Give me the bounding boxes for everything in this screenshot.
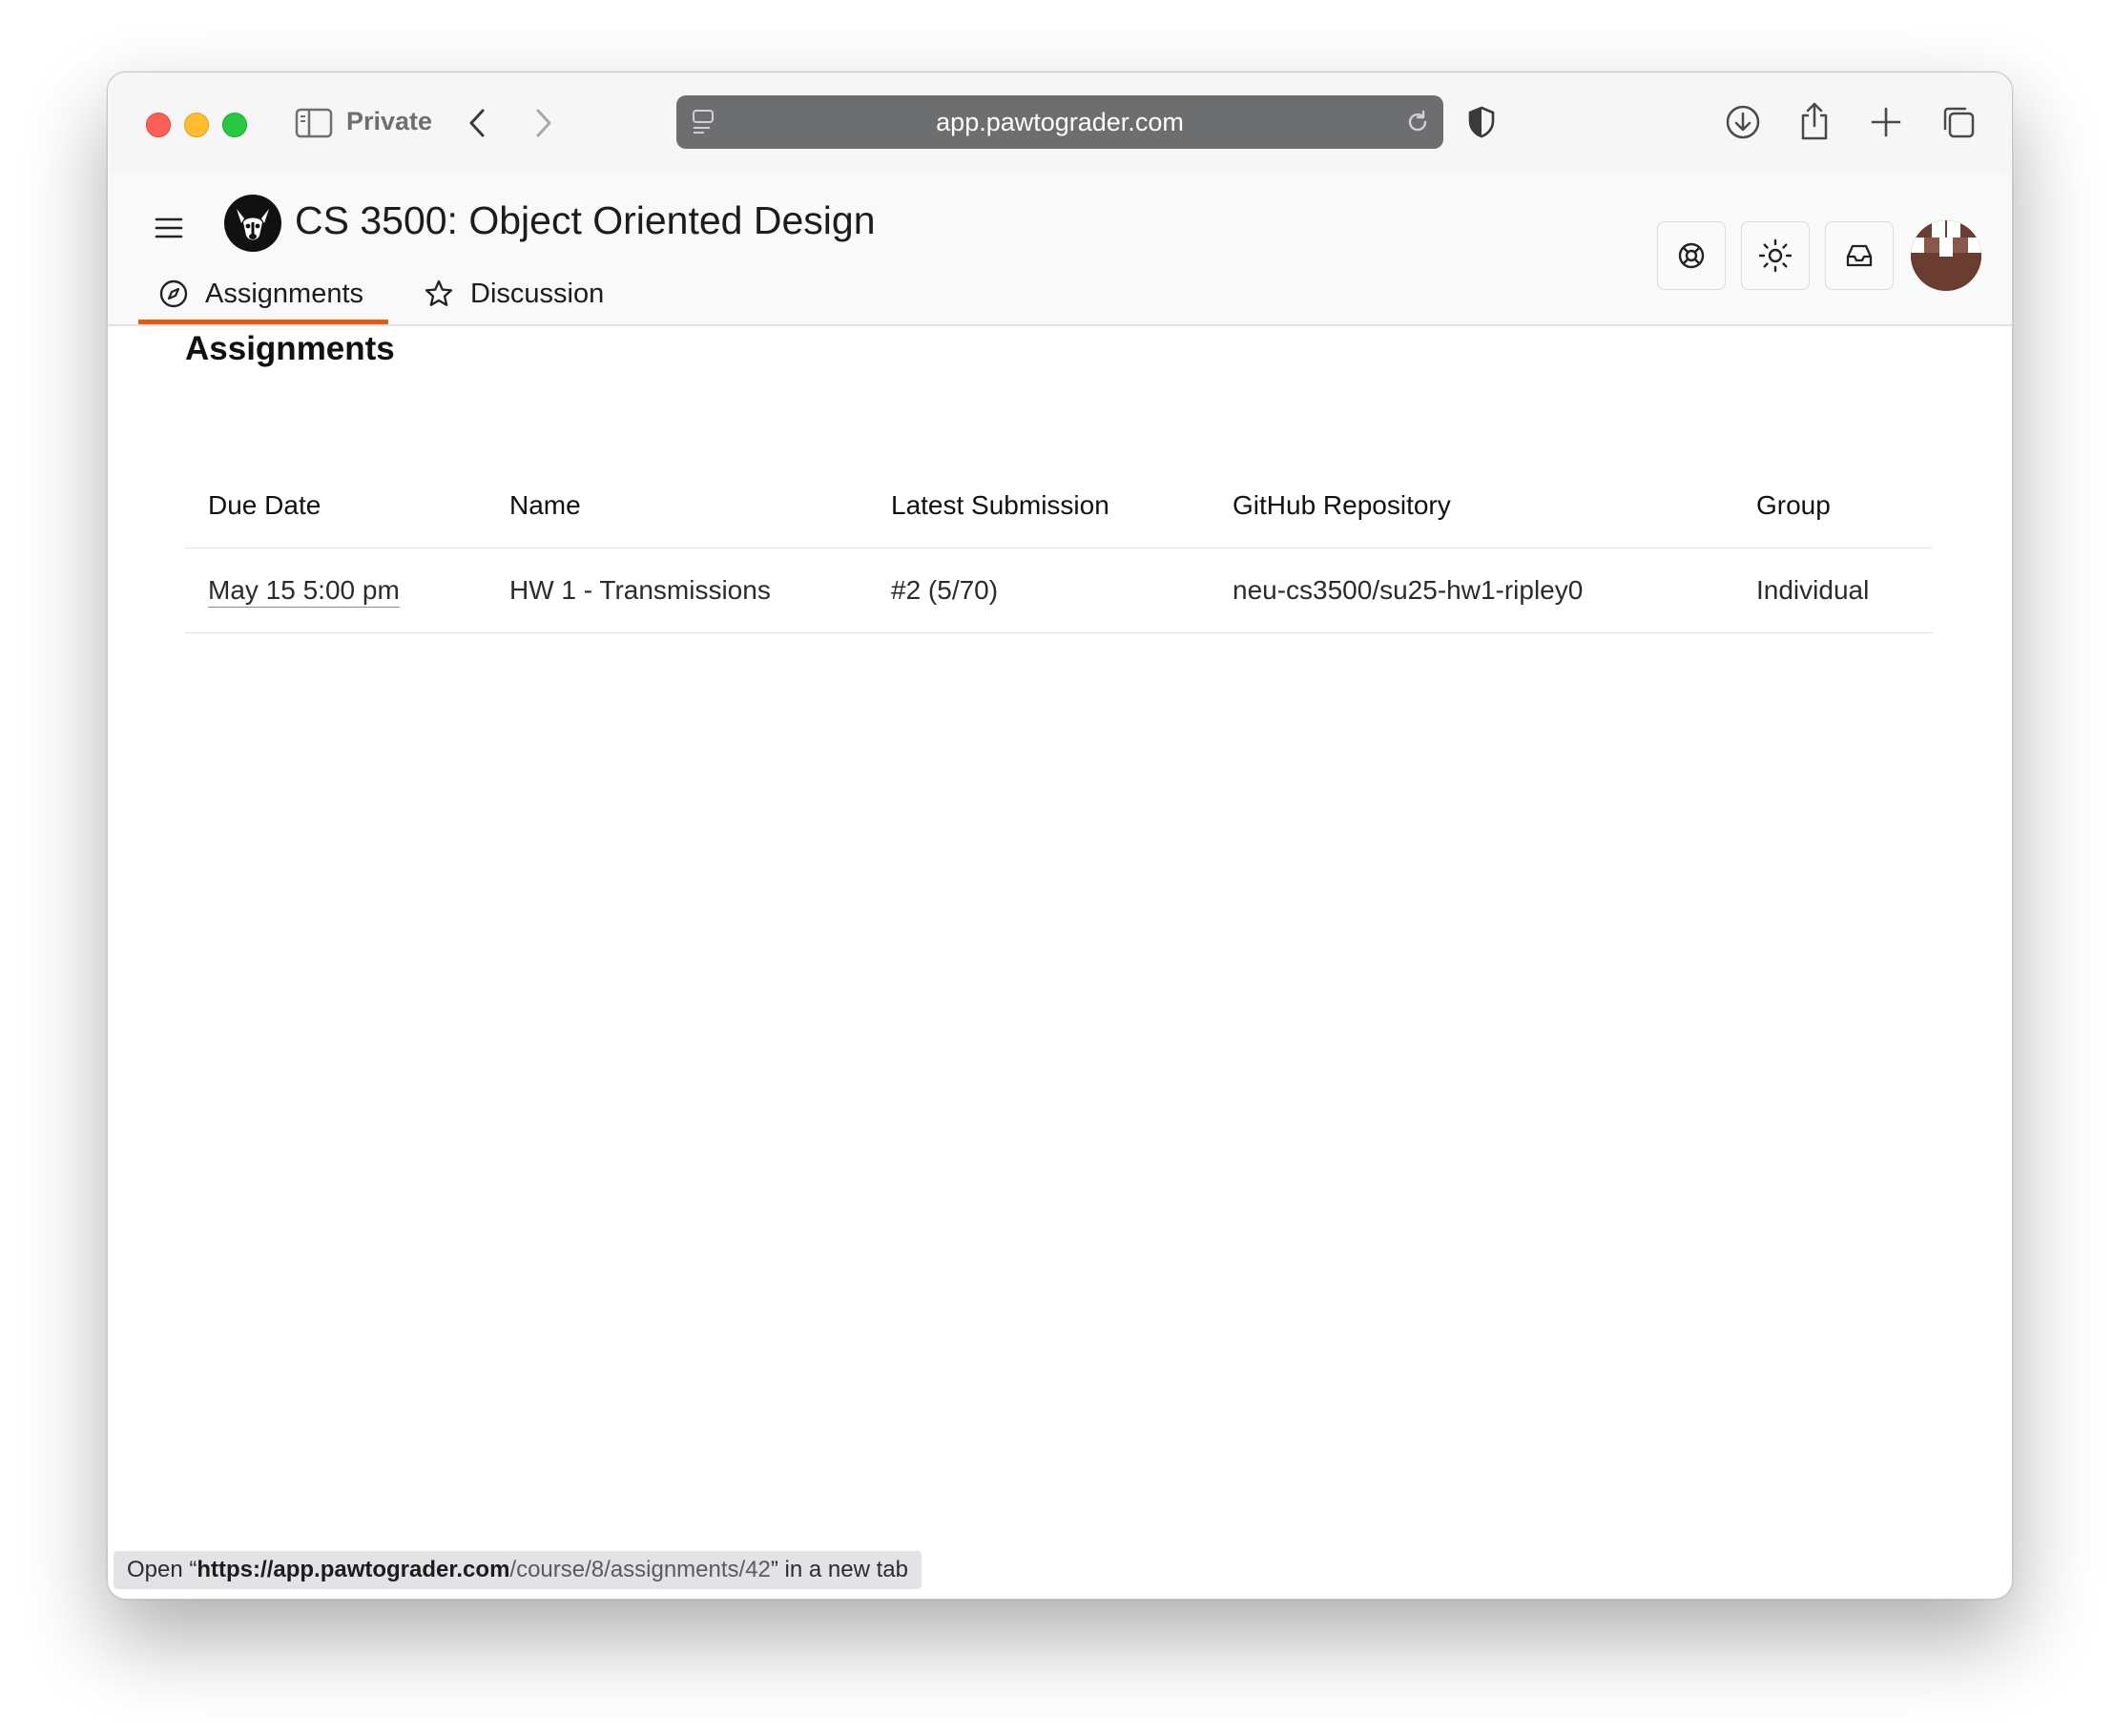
column-header-github-repository[interactable]: GitHub Repository xyxy=(1210,464,1733,548)
avatar[interactable] xyxy=(1911,220,1981,291)
sun-icon xyxy=(1758,238,1793,273)
course-title: CS 3500: Object Oriented Design xyxy=(295,198,876,242)
group-type: Individual xyxy=(1733,548,1933,633)
due-date-cell: May 15 5:00 pm xyxy=(185,548,487,633)
column-header-latest-submission[interactable]: Latest Submission xyxy=(868,464,1210,548)
column-header-group[interactable]: Group xyxy=(1733,464,1933,548)
browser-window: Private app.pawtograder.com CS 3500: Obj… xyxy=(107,72,2013,1600)
minimize-window-button[interactable] xyxy=(184,113,209,137)
reload-icon[interactable] xyxy=(1403,108,1432,136)
tab-discussion[interactable]: Discussion xyxy=(423,265,613,322)
status-path: /course/8/assignments/42 xyxy=(509,1557,771,1582)
status-host: https://app.pawtograder.com xyxy=(197,1557,510,1582)
sidebar-icon[interactable] xyxy=(295,107,333,139)
shield-icon[interactable] xyxy=(1466,103,1497,141)
downloads-icon[interactable] xyxy=(1724,103,1762,141)
tab-assignments[interactable]: Assignments xyxy=(138,265,388,324)
table-header-row: Due Date Name Latest Submission GitHub R… xyxy=(185,464,1933,548)
address-bar[interactable]: app.pawtograder.com xyxy=(676,95,1443,149)
status-suffix: ” in a new tab xyxy=(770,1557,908,1582)
back-icon[interactable] xyxy=(463,105,491,141)
inbox-button[interactable] xyxy=(1825,221,1894,290)
tab-assignments-label: Assignments xyxy=(205,278,364,309)
latest-submission[interactable]: #2 (5/70) xyxy=(868,548,1210,633)
due-date-link[interactable]: May 15 5:00 pm xyxy=(208,575,400,608)
column-header-due-date[interactable]: Due Date xyxy=(185,464,487,548)
pawtograder-logo[interactable] xyxy=(222,193,283,254)
star-icon xyxy=(423,278,455,310)
github-repository[interactable]: neu-cs3500/su25-hw1-ripley0 xyxy=(1210,548,1733,633)
assignment-name[interactable]: HW 1 - Transmissions xyxy=(487,548,868,633)
new-tab-icon[interactable] xyxy=(1869,105,1903,139)
tab-overview-icon[interactable] xyxy=(1939,103,1978,141)
close-window-button[interactable] xyxy=(146,113,171,137)
app-header: CS 3500: Object Oriented Design Assignme… xyxy=(108,174,2012,326)
browser-toolbar: Private app.pawtograder.com xyxy=(108,72,2012,175)
inbox-icon xyxy=(1844,241,1875,270)
page-title: Assignments xyxy=(185,330,395,367)
fullscreen-window-button[interactable] xyxy=(222,113,247,137)
share-icon[interactable] xyxy=(1796,99,1833,143)
link-status-tooltip: Open “https://app.pawtograder.com/course… xyxy=(114,1551,922,1589)
status-prefix: Open “ xyxy=(127,1557,197,1582)
menu-icon[interactable] xyxy=(154,214,184,242)
url-text: app.pawtograder.com xyxy=(936,108,1184,136)
theme-toggle-button[interactable] xyxy=(1741,221,1810,290)
compass-icon xyxy=(157,278,190,310)
column-header-name[interactable]: Name xyxy=(487,464,868,548)
table-row[interactable]: May 15 5:00 pm HW 1 - Transmissions #2 (… xyxy=(185,548,1933,633)
help-button[interactable] xyxy=(1657,221,1726,290)
private-label: Private xyxy=(346,107,433,135)
tab-discussion-label: Discussion xyxy=(470,278,605,309)
help-icon xyxy=(1676,240,1707,271)
assignments-table: Due Date Name Latest Submission GitHub R… xyxy=(185,464,1933,633)
forward-icon[interactable] xyxy=(529,105,558,141)
